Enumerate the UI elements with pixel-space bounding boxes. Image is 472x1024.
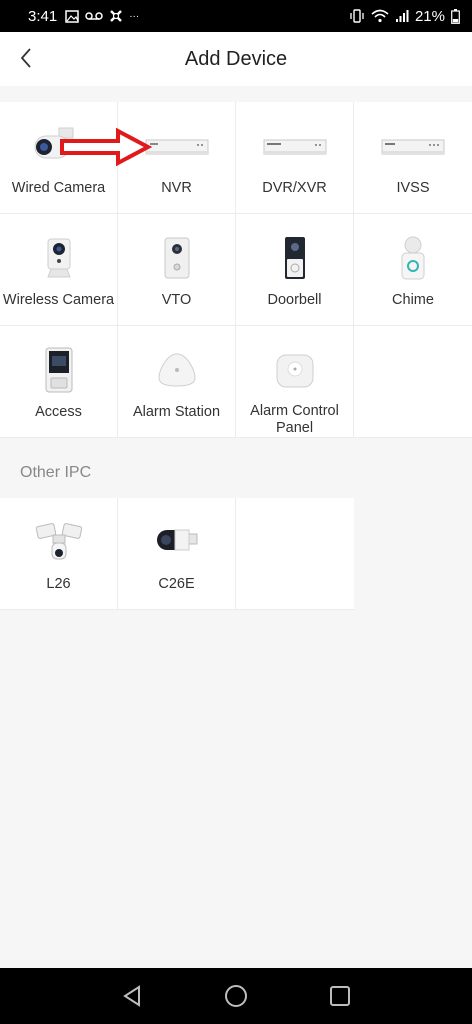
device-chime[interactable]: Chime xyxy=(354,214,472,326)
vto-icon xyxy=(118,228,235,288)
device-label: Alarm Control Panel xyxy=(250,403,339,436)
back-triangle-icon xyxy=(123,985,140,1007)
nav-back-button[interactable] xyxy=(112,976,152,1016)
device-c26e[interactable]: C26E xyxy=(118,498,236,610)
alarm-station-icon xyxy=(118,340,235,400)
alarm-control-panel-icon xyxy=(236,340,353,399)
signal-icon xyxy=(395,10,409,22)
device-label: IVSS xyxy=(396,180,430,196)
ivss-icon xyxy=(354,116,472,176)
status-time: 3:41 xyxy=(28,7,58,25)
home-circle-icon xyxy=(225,985,247,1007)
device-alarm-station[interactable]: Alarm Station xyxy=(118,326,236,438)
dvr-xvr-icon xyxy=(236,116,353,176)
recents-square-icon xyxy=(330,986,350,1006)
back-button[interactable] xyxy=(8,40,44,76)
device-label: Doorbell xyxy=(267,292,322,308)
device-label: Alarm Station xyxy=(132,404,221,420)
red-arrow-annotation xyxy=(60,128,152,166)
device-alarm-control-panel[interactable]: Alarm Control Panel xyxy=(236,326,354,438)
device-label: NVR xyxy=(161,180,192,196)
device-label: DVR/XVR xyxy=(262,180,327,196)
chime-icon xyxy=(354,228,472,288)
floodlight-camera-icon xyxy=(0,512,117,572)
device-dvr-xvr[interactable]: DVR/XVR xyxy=(236,102,354,214)
chevron-left-icon xyxy=(20,48,31,68)
empty-cell xyxy=(354,498,472,610)
nav-home-button[interactable] xyxy=(216,976,256,1016)
doorbell-icon xyxy=(236,228,353,288)
status-bar: 3:41 ··· 21% xyxy=(0,0,472,32)
bullet-camera-icon xyxy=(118,512,235,572)
device-label: Wired Camera xyxy=(11,180,106,196)
status-right: 21% xyxy=(349,8,460,25)
empty-cell xyxy=(354,326,472,438)
device-label: L26 xyxy=(46,576,71,592)
battery-percent: 21% xyxy=(414,7,445,25)
system-nav-bar xyxy=(0,968,472,1024)
battery-icon xyxy=(451,8,460,24)
device-label: C26E xyxy=(158,576,195,592)
device-access[interactable]: Access xyxy=(0,326,118,438)
virus-shield-icon xyxy=(110,10,123,22)
device-l26[interactable]: L26 xyxy=(0,498,118,610)
device-wireless-camera[interactable]: Wireless Camera xyxy=(0,214,118,326)
vibrate-icon xyxy=(350,9,364,23)
section-title-other-ipc: Other IPC xyxy=(20,464,92,481)
device-label: Chime xyxy=(392,292,434,308)
wireless-camera-icon xyxy=(0,228,117,288)
device-doorbell[interactable]: Doorbell xyxy=(236,214,354,326)
access-icon xyxy=(0,340,117,400)
nav-recents-button[interactable] xyxy=(320,976,360,1016)
app-header: Add Device xyxy=(0,32,472,86)
device-label: VTO xyxy=(161,292,192,308)
device-ivss[interactable]: IVSS xyxy=(354,102,472,214)
device-vto[interactable]: VTO xyxy=(118,214,236,326)
other-ipc-grid: L26 C26E xyxy=(0,498,472,610)
page-title: Add Device xyxy=(184,47,288,70)
image-icon xyxy=(65,9,79,23)
wifi-icon xyxy=(371,9,389,23)
empty-cell xyxy=(236,498,354,610)
status-icons: ··· xyxy=(65,9,139,23)
voicemail-icon xyxy=(85,12,103,20)
more-dots-icon: ··· xyxy=(129,10,140,22)
device-label: Access xyxy=(35,404,82,420)
device-label: Wireless Camera xyxy=(2,292,115,308)
